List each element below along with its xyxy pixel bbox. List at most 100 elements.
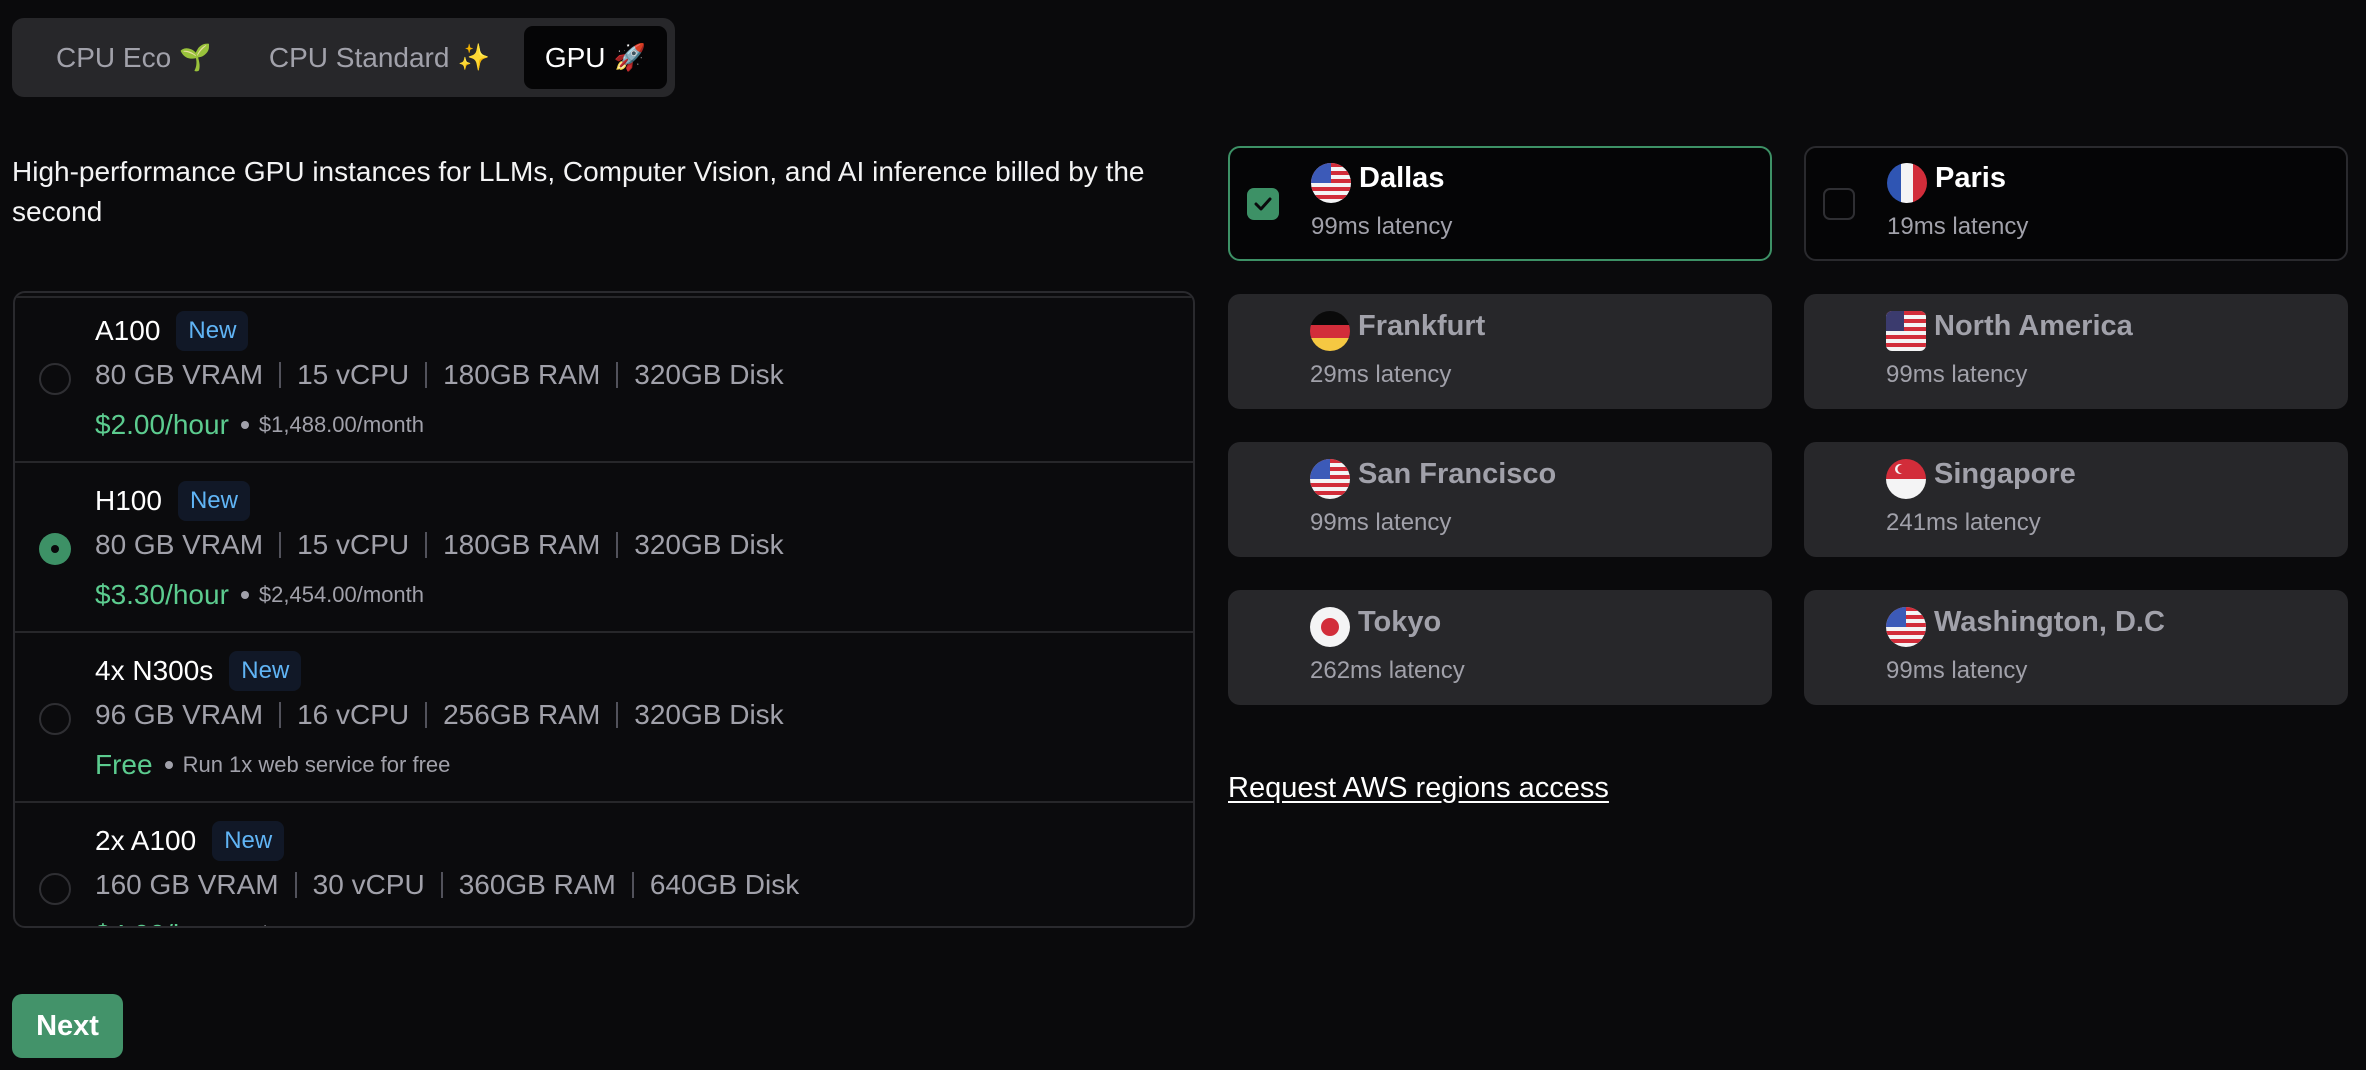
region-name: Frankfurt xyxy=(1358,310,1486,342)
new-badge: New xyxy=(176,311,249,351)
region-name: Washington, D.C xyxy=(1934,606,2165,638)
instance-title: H100 New xyxy=(95,481,250,521)
radio-button[interactable] xyxy=(39,703,71,735)
us-flag-icon xyxy=(1886,311,1926,351)
region-name: Tokyo xyxy=(1358,606,1442,638)
monthly-price: $2,976.00/month xyxy=(259,922,424,926)
divider xyxy=(425,362,428,388)
instance-name: 2x A100 xyxy=(95,825,197,856)
region-latency: 19ms latency xyxy=(1887,213,2029,240)
instance-row-2x-a100[interactable]: 2x A100 New 160 GB VRAM 30 vCPU 360GB RA… xyxy=(15,803,1193,926)
region-name: Singapore xyxy=(1934,458,2076,490)
us-flag-icon xyxy=(1886,607,1926,647)
divider xyxy=(631,872,634,898)
divider xyxy=(616,532,619,558)
region-name: Dallas xyxy=(1359,162,1445,194)
spec-vram: 96 GB VRAM xyxy=(95,699,264,730)
instance-type-tabs: CPU Eco 🌱 CPU Standard ✨ GPU 🚀 xyxy=(12,18,675,97)
divider xyxy=(294,872,297,898)
region-card-paris[interactable]: Paris 19ms latency xyxy=(1804,146,2348,261)
rocket-icon: 🚀 xyxy=(613,42,646,72)
new-badge: New xyxy=(229,651,302,691)
spec-disk: 640GB Disk xyxy=(649,869,800,900)
fr-flag-icon xyxy=(1887,163,1927,203)
spec-vcpu: 15 vCPU xyxy=(297,359,410,390)
bullet-icon xyxy=(240,591,249,599)
spec-vcpu: 16 vCPU xyxy=(297,699,410,730)
region-latency: 99ms latency xyxy=(1310,509,1452,536)
instance-specs: 96 GB VRAM 16 vCPU 256GB RAM 320GB Disk xyxy=(95,699,784,731)
region-latency: 29ms latency xyxy=(1310,361,1452,388)
hourly-price: $3.30/hour xyxy=(95,579,229,610)
hourly-price: Free xyxy=(95,749,153,780)
divider xyxy=(616,702,619,728)
spec-vcpu: 30 vCPU xyxy=(312,869,425,900)
instance-name: 4x N300s xyxy=(95,655,214,686)
instance-row-a100[interactable]: A100 New 80 GB VRAM 15 vCPU 180GB RAM 32… xyxy=(15,293,1193,463)
divider xyxy=(279,532,282,558)
jp-flag-icon xyxy=(1310,607,1350,647)
radio-button-selected[interactable] xyxy=(39,533,71,565)
spec-ram: 360GB RAM xyxy=(458,869,616,900)
radio-button[interactable] xyxy=(39,363,71,395)
checkbox-unchecked[interactable] xyxy=(1823,188,1855,220)
region-card-dallas[interactable]: Dallas 99ms latency xyxy=(1228,146,1772,261)
tab-gpu[interactable]: GPU 🚀 xyxy=(523,26,667,89)
radio-button[interactable] xyxy=(39,873,71,905)
region-name: San Francisco xyxy=(1358,458,1557,490)
instance-specs: 80 GB VRAM 15 vCPU 180GB RAM 320GB Disk xyxy=(95,529,784,561)
us-flag-icon xyxy=(1311,163,1351,203)
region-card-tokyo[interactable]: Tokyo 262ms latency xyxy=(1228,590,1772,705)
tab-label: CPU Standard xyxy=(268,41,450,73)
instance-specs: 160 GB VRAM 30 vCPU 360GB RAM 640GB Disk xyxy=(95,869,799,901)
instance-row-h100[interactable]: H100 New 80 GB VRAM 15 vCPU 180GB RAM 32… xyxy=(15,463,1193,633)
hourly-price: $4.00/hour xyxy=(95,919,229,926)
instance-row-4x-n300s[interactable]: 4x N300s New 96 GB VRAM 16 vCPU 256GB RA… xyxy=(15,633,1193,803)
region-card-singapore[interactable]: Singapore 241ms latency xyxy=(1804,442,2348,557)
divider xyxy=(425,702,428,728)
divider xyxy=(279,702,282,728)
spec-ram: 256GB RAM xyxy=(443,699,601,730)
region-latency: 99ms latency xyxy=(1311,213,1453,240)
monthly-price: $1,488.00/month xyxy=(258,412,425,437)
instance-title: 2x A100 New xyxy=(95,821,285,861)
bullet-icon xyxy=(164,761,173,769)
instance-name: H100 xyxy=(95,485,162,516)
spec-ram: 180GB RAM xyxy=(443,529,601,560)
tab-cpu-eco[interactable]: CPU Eco 🌱 xyxy=(32,26,235,89)
instance-title: 4x N300s New xyxy=(95,651,302,691)
next-button[interactable]: Next xyxy=(12,994,123,1058)
price-line: $4.00/hour $2,976.00/month xyxy=(95,919,424,926)
checkbox-checked[interactable] xyxy=(1247,188,1279,220)
price-line: $2.00/hour $1,488.00/month xyxy=(95,409,424,441)
bullet-icon xyxy=(240,421,249,429)
seedling-icon: 🌱 xyxy=(179,42,212,72)
tab-cpu-standard[interactable]: CPU Standard ✨ xyxy=(235,26,524,89)
monthly-price: $2,454.00/month xyxy=(258,582,425,607)
region-card-san-francisco[interactable]: San Francisco 99ms latency xyxy=(1228,442,1772,557)
instance-list[interactable]: A100 New 80 GB VRAM 15 vCPU 180GB RAM 32… xyxy=(13,291,1195,928)
divider xyxy=(425,532,428,558)
region-grid: Dallas 99ms latency Paris 19ms latency F… xyxy=(1228,146,2348,705)
de-flag-icon xyxy=(1310,311,1350,351)
price-line: Free Run 1x web service for free xyxy=(95,749,450,781)
price-note: Run 1x web service for free xyxy=(182,752,451,777)
tier-description: High-performance GPU instances for LLMs,… xyxy=(12,156,1145,227)
spec-ram: 180GB RAM xyxy=(443,359,601,390)
new-badge: New xyxy=(212,821,285,861)
instance-specs: 80 GB VRAM 15 vCPU 180GB RAM 320GB Disk xyxy=(95,359,784,391)
region-card-frankfurt[interactable]: Frankfurt 29ms latency xyxy=(1228,294,1772,409)
check-icon xyxy=(1254,197,1272,211)
region-card-washington-dc[interactable]: Washington, D.C 99ms latency xyxy=(1804,590,2348,705)
us-flag-icon xyxy=(1310,459,1350,499)
spec-disk: 320GB Disk xyxy=(634,699,784,730)
hourly-price: $2.00/hour xyxy=(95,409,229,440)
request-aws-regions-link[interactable]: Request AWS regions access xyxy=(1228,772,1609,805)
region-card-north-america[interactable]: North America 99ms latency xyxy=(1804,294,2348,409)
divider xyxy=(279,362,282,388)
sg-flag-icon xyxy=(1886,459,1926,499)
instance-name: A100 xyxy=(95,315,161,346)
region-latency: 99ms latency xyxy=(1886,657,2028,684)
spec-vcpu: 15 vCPU xyxy=(297,529,410,560)
spec-vram: 80 GB VRAM xyxy=(95,359,264,390)
